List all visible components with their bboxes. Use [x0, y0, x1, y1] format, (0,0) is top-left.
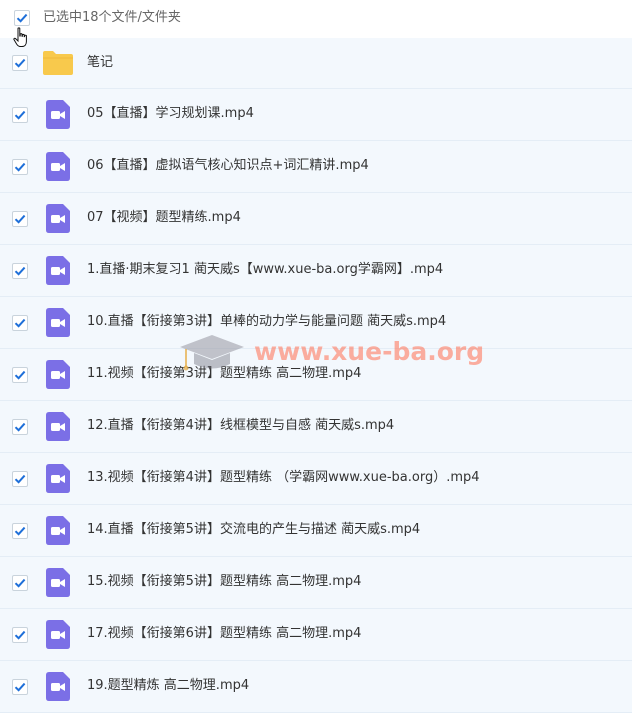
- check-icon: [14, 266, 26, 276]
- file-name[interactable]: 笔记: [87, 55, 113, 71]
- check-icon: [14, 162, 26, 172]
- file-name[interactable]: 19.题型精炼 高二物理.mp4: [87, 678, 249, 694]
- row-checkbox[interactable]: [12, 367, 28, 383]
- row-checkbox[interactable]: [12, 211, 28, 227]
- file-name[interactable]: 12.直播【衔接第4讲】线框模型与自感 蔺天威s.mp4: [87, 418, 394, 434]
- check-icon: [14, 474, 26, 484]
- row-checkbox[interactable]: [12, 55, 28, 71]
- list-item[interactable]: 1.直播·期末复习1 蔺天威s【www.xue-ba.org学霸网】.mp4: [0, 245, 632, 297]
- folder-icon: [43, 51, 73, 75]
- file-list: 笔记 05【直播】学习规划课.mp4 06【直播】虚拟语气核心知识点+词汇精讲.…: [0, 38, 632, 713]
- file-name[interactable]: 07【视频】题型精练.mp4: [87, 210, 241, 226]
- video-file-icon: [46, 360, 70, 389]
- row-checkbox[interactable]: [12, 107, 28, 123]
- check-icon: [14, 422, 26, 432]
- list-item[interactable]: 19.题型精炼 高二物理.mp4: [0, 661, 632, 713]
- list-item[interactable]: 05【直播】学习规划课.mp4: [0, 89, 632, 141]
- video-file-icon: [46, 568, 70, 597]
- list-item[interactable]: 06【直播】虚拟语气核心知识点+词汇精讲.mp4: [0, 141, 632, 193]
- file-name[interactable]: 10.直播【衔接第3讲】单棒的动力学与能量问题 蔺天威s.mp4: [87, 314, 446, 330]
- row-checkbox[interactable]: [12, 679, 28, 695]
- video-file-icon: [46, 620, 70, 649]
- check-icon: [14, 318, 26, 328]
- check-icon: [14, 370, 26, 380]
- check-icon: [14, 682, 26, 692]
- video-file-icon: [46, 516, 70, 545]
- list-item[interactable]: 10.直播【衔接第3讲】单棒的动力学与能量问题 蔺天威s.mp4: [0, 297, 632, 349]
- check-icon: [16, 13, 28, 23]
- video-file-icon: [46, 672, 70, 701]
- check-icon: [14, 526, 26, 536]
- file-name[interactable]: 14.直播【衔接第5讲】交流电的产生与描述 蔺天威s.mp4: [87, 522, 420, 538]
- video-file-icon: [46, 464, 70, 493]
- video-file-icon: [46, 412, 70, 441]
- video-file-icon: [46, 204, 70, 233]
- row-checkbox[interactable]: [12, 419, 28, 435]
- selection-count-text: 已选中18个文件/文件夹: [43, 10, 181, 25]
- row-checkbox[interactable]: [12, 523, 28, 539]
- file-name[interactable]: 05【直播】学习规划课.mp4: [87, 106, 254, 122]
- hand-cursor-icon: [13, 27, 27, 47]
- list-item[interactable]: 07【视频】题型精练.mp4: [0, 193, 632, 245]
- select-all-checkbox[interactable]: [14, 10, 30, 26]
- list-item[interactable]: 14.直播【衔接第5讲】交流电的产生与描述 蔺天威s.mp4: [0, 505, 632, 557]
- check-icon: [14, 578, 26, 588]
- file-name[interactable]: 17.视频【衔接第6讲】题型精练 高二物理.mp4: [87, 626, 361, 642]
- file-list-page: 已选中18个文件/文件夹 笔记 05【直播】学习规划课.mp4 06【直播】虚拟…: [0, 0, 632, 719]
- row-checkbox[interactable]: [12, 159, 28, 175]
- list-item[interactable]: 笔记: [0, 38, 632, 89]
- row-checkbox[interactable]: [12, 315, 28, 331]
- list-item[interactable]: 11.视频【衔接第3讲】题型精练 高二物理.mp4: [0, 349, 632, 401]
- row-checkbox[interactable]: [12, 575, 28, 591]
- check-icon: [14, 58, 26, 68]
- list-item[interactable]: 15.视频【衔接第5讲】题型精练 高二物理.mp4: [0, 557, 632, 609]
- row-checkbox[interactable]: [12, 471, 28, 487]
- list-item[interactable]: 12.直播【衔接第4讲】线框模型与自感 蔺天威s.mp4: [0, 401, 632, 453]
- row-checkbox[interactable]: [12, 263, 28, 279]
- file-name[interactable]: 06【直播】虚拟语气核心知识点+词汇精讲.mp4: [87, 158, 369, 174]
- list-item[interactable]: 13.视频【衔接第4讲】题型精练 （学霸网www.xue-ba.org）.mp4: [0, 453, 632, 505]
- check-icon: [14, 214, 26, 224]
- video-file-icon: [46, 256, 70, 285]
- file-name[interactable]: 11.视频【衔接第3讲】题型精练 高二物理.mp4: [87, 366, 361, 382]
- video-file-icon: [46, 152, 70, 181]
- selection-header: 已选中18个文件/文件夹: [0, 0, 632, 36]
- check-icon: [14, 110, 26, 120]
- check-icon: [14, 630, 26, 640]
- video-file-icon: [46, 308, 70, 337]
- video-file-icon: [46, 100, 70, 129]
- file-name[interactable]: 1.直播·期末复习1 蔺天威s【www.xue-ba.org学霸网】.mp4: [87, 262, 443, 278]
- file-name[interactable]: 13.视频【衔接第4讲】题型精练 （学霸网www.xue-ba.org）.mp4: [87, 470, 480, 486]
- file-name[interactable]: 15.视频【衔接第5讲】题型精练 高二物理.mp4: [87, 574, 361, 590]
- row-checkbox[interactable]: [12, 627, 28, 643]
- list-item[interactable]: 17.视频【衔接第6讲】题型精练 高二物理.mp4: [0, 609, 632, 661]
